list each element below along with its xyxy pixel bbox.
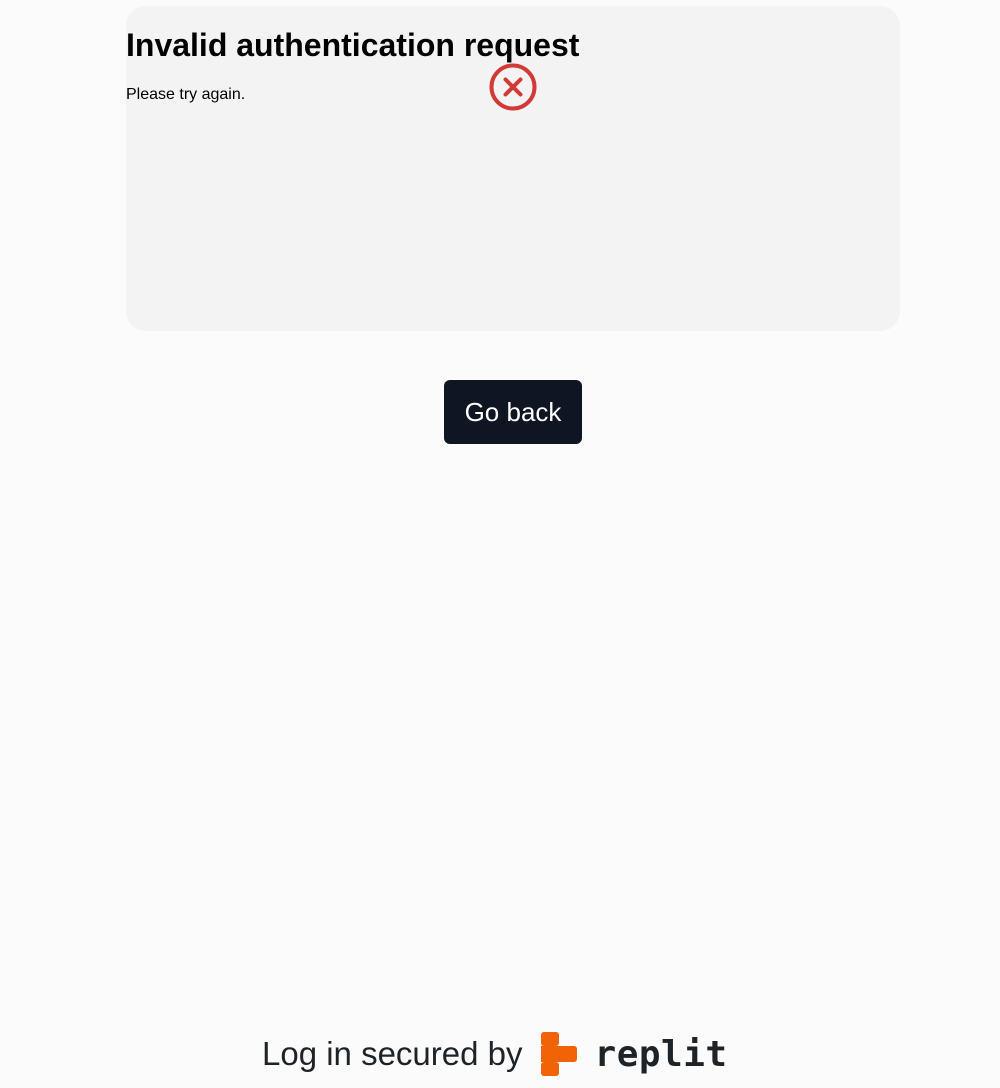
footer: Log in secured by replit — [262, 1028, 728, 1080]
go-back-button[interactable]: Go back — [444, 380, 582, 444]
replit-wordmark: replit — [594, 1033, 728, 1075]
replit-mark-icon — [540, 1032, 577, 1076]
secured-by-text: Log in secured by — [262, 1035, 523, 1072]
error-title: Invalid authentication request — [126, 27, 580, 64]
error-subtitle: Please try again. — [126, 85, 246, 103]
page: Invalid authentication request Please tr… — [0, 0, 1000, 1088]
replit-logo-link[interactable]: replit — [540, 1032, 728, 1076]
